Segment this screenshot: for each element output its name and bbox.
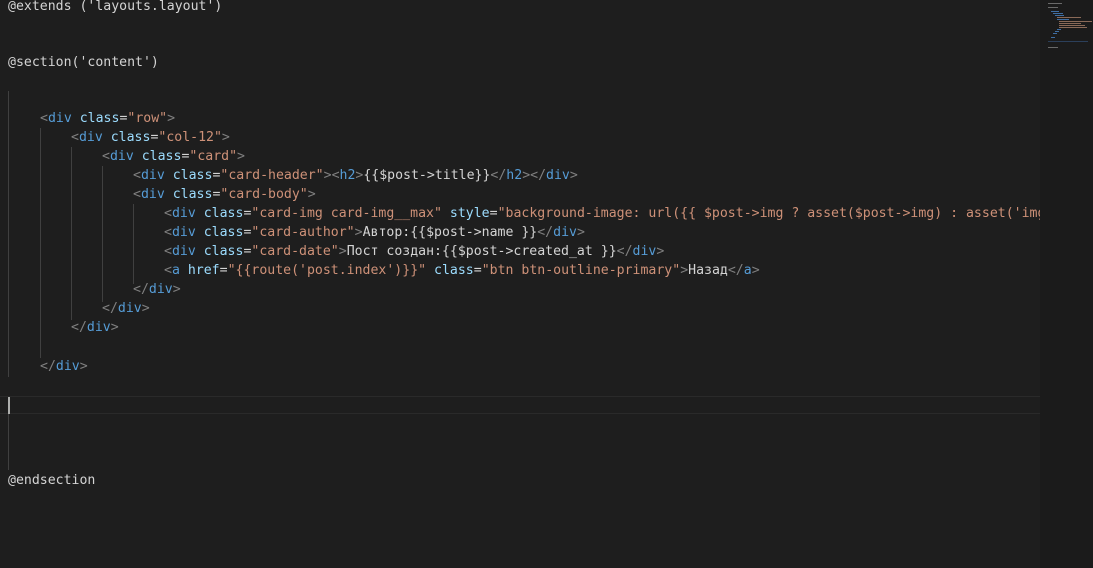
code-line: <div class="card-body"> (133, 186, 316, 205)
code-line: <a href="{{route('post.index')}}" class=… (164, 262, 760, 281)
code-line: <div class="col-12"> (71, 129, 230, 148)
code-line: </div> (102, 300, 150, 319)
code-line-text: <div class="row"> (40, 111, 176, 126)
current-line-highlight (0, 396, 1040, 414)
indent-guide (8, 414, 9, 470)
minimap[interactable] (1040, 0, 1093, 568)
code-line: <div class="card"> (102, 148, 245, 167)
code-line-text: <div class="card-author">Автор:{{$post->… (164, 225, 585, 240)
indent-guide (133, 204, 134, 284)
code-line: </div> (133, 281, 181, 300)
code-line-text: <div class="col-12"> (71, 130, 230, 145)
indent-guide (71, 147, 72, 320)
code-editor[interactable]: @extends ('layouts.layout') @section('co… (0, 0, 1040, 568)
indent-guide (8, 91, 9, 377)
code-line: <div class="row"> (40, 110, 175, 129)
code-line-text: <div class="card-header"><h2>{{$post->ti… (133, 168, 578, 183)
code-line: <div class="card-date">Пост создан:{{$po… (164, 243, 664, 262)
indent-guide (102, 166, 103, 302)
code-line-text: </div> (102, 301, 150, 316)
code-line: </div> (40, 358, 88, 377)
code-line-text: <div class="card"> (102, 149, 245, 164)
code-line-text: </div> (133, 282, 181, 297)
code-line-text: <div class="card-img card-img__max" styl… (164, 206, 1040, 221)
code-line-text: </div> (40, 359, 88, 374)
code-line: @extends ('layouts.layout') (8, 0, 223, 14)
indent-guide (40, 128, 41, 358)
text-cursor (8, 397, 10, 414)
code-line: @endsection (8, 473, 96, 488)
code-line: @section('content') (8, 55, 159, 70)
code-line-text: <div class="card-body"> (133, 187, 316, 202)
code-line-text: <a href="{{route('post.index')}}" class=… (164, 263, 760, 278)
code-line-text: <div class="card-date">Пост создан:{{$po… (164, 244, 665, 259)
code-line: <div class="card-img card-img__max" styl… (164, 205, 1040, 224)
code-line: <div class="card-author">Автор:{{$post->… (164, 224, 585, 243)
code-line: <div class="card-header"><h2>{{$post->ti… (133, 167, 578, 186)
code-line-text: </div> (71, 320, 119, 335)
code-line: </div> (71, 319, 119, 338)
